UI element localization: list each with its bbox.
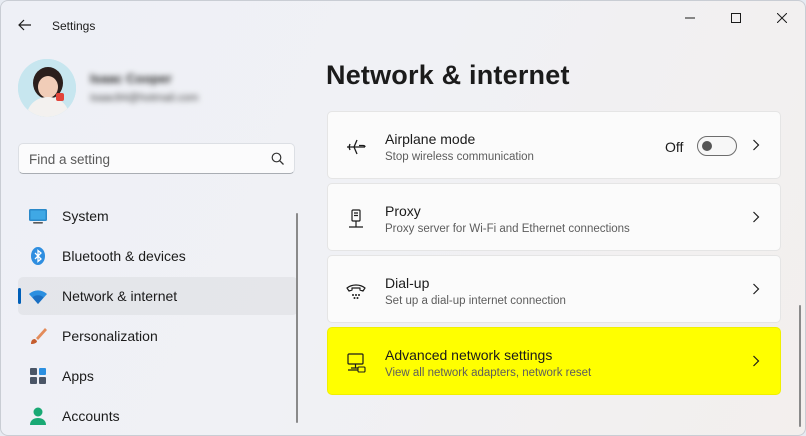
sidebar-item-bluetooth[interactable]: Bluetooth & devices: [18, 237, 298, 275]
sidebar-item-network[interactable]: Network & internet: [18, 277, 298, 315]
dial-up-card[interactable]: Dial-up Set up a dial-up internet connec…: [327, 255, 781, 323]
close-icon: [777, 13, 787, 23]
sidebar-item-accounts[interactable]: Accounts: [18, 397, 298, 435]
selection-indicator: [18, 288, 21, 304]
main-scrollbar[interactable]: [799, 305, 801, 427]
sidebar-nav: System Bluetooth & devices Network & int…: [18, 197, 298, 435]
user-email: isaac84@hotmail.com: [90, 92, 199, 104]
airplane-mode-card[interactable]: Airplane mode Stop wireless communicatio…: [327, 111, 781, 179]
back-arrow-icon: [18, 19, 31, 31]
sidebar-item-label: Bluetooth & devices: [62, 248, 186, 264]
back-button[interactable]: [11, 11, 39, 39]
system-icon: [29, 209, 47, 224]
sidebar-item-label: Apps: [62, 368, 94, 384]
search-box[interactable]: [18, 143, 295, 174]
advanced-network-settings-card[interactable]: Advanced network settings View all netwo…: [327, 327, 781, 395]
airplane-icon: [347, 139, 366, 155]
advanced-network-icon: [347, 353, 366, 373]
user-name: Isaac Cooper: [90, 71, 172, 86]
close-button[interactable]: [759, 1, 805, 35]
sidebar-item-label: Personalization: [62, 328, 158, 344]
search-input[interactable]: [29, 150, 259, 168]
bluetooth-icon: [31, 247, 45, 265]
chevron-right-icon: [753, 139, 760, 151]
card-title: Advanced network settings: [385, 347, 553, 363]
card-subtitle: Set up a dial-up internet connection: [385, 295, 566, 307]
maximize-button[interactable]: [713, 1, 759, 35]
card-subtitle: Proxy server for Wi-Fi and Ethernet conn…: [385, 223, 630, 235]
minimize-icon: [685, 17, 695, 19]
wifi-icon: [29, 290, 47, 304]
sidebar-item-label: Network & internet: [62, 288, 178, 304]
avatar[interactable]: [18, 59, 76, 117]
title-bar: Settings: [1, 1, 805, 49]
accounts-icon: [30, 407, 46, 425]
card-subtitle: Stop wireless communication: [385, 151, 534, 163]
sidebar-item-personalization[interactable]: Personalization: [18, 317, 298, 355]
toggle-state-label: Off: [665, 139, 684, 155]
search-icon[interactable]: [271, 152, 285, 166]
chevron-right-icon: [753, 283, 760, 295]
brush-icon: [31, 328, 47, 344]
dialup-icon: [346, 284, 366, 299]
card-title: Airplane mode: [385, 131, 476, 147]
avatar-photo-icon: [18, 59, 76, 117]
app-title: Settings: [52, 19, 96, 33]
maximize-icon: [731, 13, 741, 23]
minimize-button[interactable]: [667, 1, 713, 35]
airplane-mode-toggle[interactable]: [697, 136, 737, 156]
apps-icon: [30, 368, 46, 384]
sidebar-scrollbar[interactable]: [296, 213, 298, 423]
sidebar-item-label: System: [62, 208, 109, 224]
card-title: Proxy: [385, 203, 421, 219]
sidebar-item-label: Accounts: [62, 408, 120, 424]
settings-window: Settings Isaac Cooper isaac84@hotmail.co…: [0, 0, 806, 436]
sidebar-item-system[interactable]: System: [18, 197, 298, 235]
sidebar-item-apps[interactable]: Apps: [18, 357, 298, 395]
proxy-icon: [349, 209, 363, 228]
proxy-card[interactable]: Proxy Proxy server for Wi-Fi and Etherne…: [327, 183, 781, 251]
toggle-knob: [702, 141, 712, 151]
card-subtitle: View all network adapters, network reset: [385, 367, 592, 379]
page-title: Network & internet: [326, 60, 570, 90]
chevron-right-icon: [753, 355, 760, 367]
chevron-right-icon: [753, 211, 760, 223]
card-title: Dial-up: [385, 275, 430, 291]
